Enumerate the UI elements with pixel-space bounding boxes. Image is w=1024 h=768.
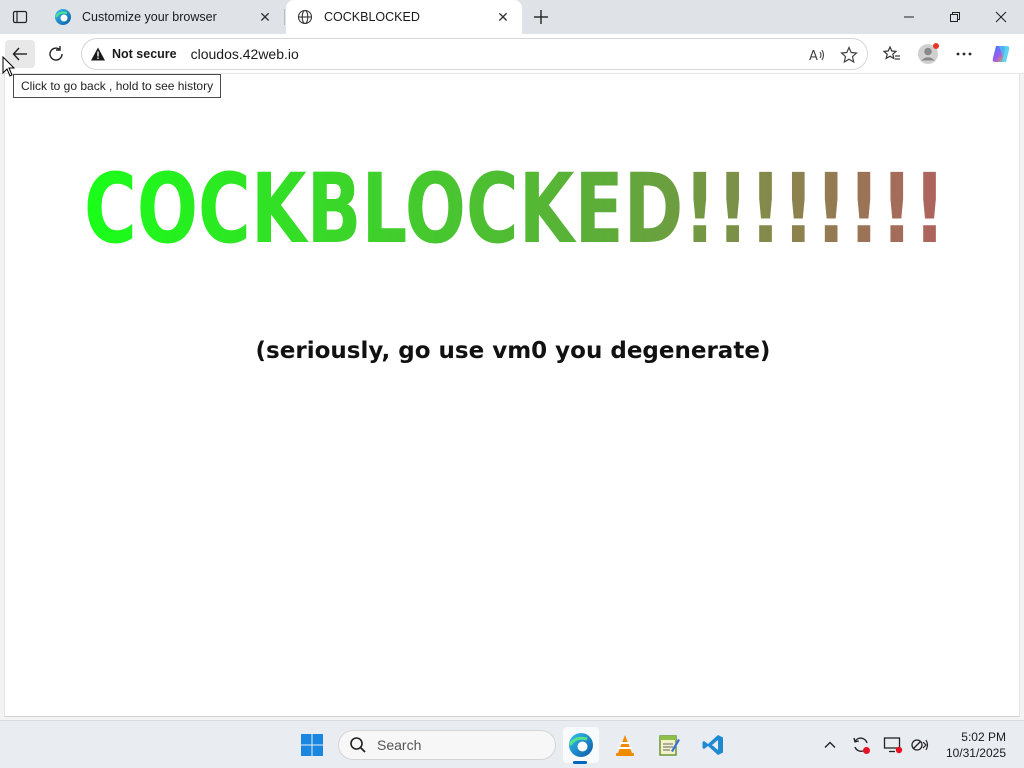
new-tab-button[interactable]	[528, 4, 554, 30]
address-bar[interactable]: Not secure cloudos.42web.io A	[81, 38, 868, 70]
search-placeholder: Search	[377, 737, 422, 753]
tab-customize-browser[interactable]: Customize your browser ✕	[44, 0, 284, 34]
monitor-icon	[883, 737, 903, 754]
taskbar-vlc[interactable]	[607, 727, 643, 763]
tab-label: Customize your browser	[82, 10, 217, 24]
page-subtitle: (seriously, go use vm0 you degenerate)	[255, 338, 771, 364]
minimize-button[interactable]	[886, 0, 932, 34]
refresh-button[interactable]	[41, 40, 71, 68]
system-clock[interactable]: 5:02 PM 10/31/2025	[946, 729, 1006, 761]
favorites-icon	[883, 45, 900, 60]
close-icon	[995, 11, 1007, 23]
chevron-up-icon	[824, 741, 836, 748]
copilot-icon	[992, 46, 1010, 62]
tab-cockblocked[interactable]: COCKBLOCKED ✕	[286, 0, 522, 34]
profile-button[interactable]	[913, 40, 943, 68]
read-aloud-button[interactable]: A	[805, 43, 829, 67]
taskbar-edge[interactable]	[563, 727, 599, 763]
tab-actions-button[interactable]	[8, 6, 32, 28]
clock-time: 5:02 PM	[961, 730, 1006, 744]
svg-text:A: A	[809, 49, 818, 64]
page-headline: COCKBLOCKED!!!!!!!!	[84, 154, 946, 254]
taskbar-search[interactable]: Search	[338, 730, 556, 760]
minimize-icon	[904, 16, 914, 18]
refresh-icon	[49, 46, 63, 61]
start-button[interactable]	[294, 727, 330, 763]
restore-button[interactable]	[932, 0, 978, 34]
edge-icon	[54, 8, 72, 26]
tab-label: COCKBLOCKED	[324, 10, 420, 24]
close-window-button[interactable]	[978, 0, 1024, 34]
edge-icon	[568, 733, 593, 757]
star-icon	[840, 46, 858, 64]
vscode-icon	[702, 735, 723, 755]
security-label: Not secure	[112, 47, 177, 61]
tab-separator	[284, 9, 285, 25]
tab-close-button[interactable]: ✕	[256, 8, 274, 26]
read-aloud-icon: A	[809, 49, 825, 64]
tab-actions-icon	[12, 10, 28, 24]
tray-display-button[interactable]	[881, 733, 905, 757]
windows-start-icon	[301, 734, 323, 756]
browser-toolbar: Not secure cloudos.42web.io A	[0, 34, 1024, 74]
tray-network-volume-button[interactable]	[908, 733, 932, 757]
show-hidden-icons-button[interactable]	[818, 733, 842, 757]
globe-icon	[296, 8, 314, 26]
vlc-icon	[616, 735, 634, 756]
more-dots-icon	[956, 52, 972, 56]
headline-text: COCKBLOCKED!!!!!!!!	[84, 154, 946, 254]
settings-more-button[interactable]	[949, 40, 979, 68]
search-icon	[350, 737, 366, 753]
tray-sync-button[interactable]	[849, 733, 873, 757]
profile-avatar-icon	[918, 43, 939, 64]
active-app-indicator	[573, 761, 587, 764]
warning-icon	[91, 47, 105, 61]
favorite-star-button[interactable]	[837, 43, 861, 67]
plus-icon	[534, 10, 548, 24]
copilot-button[interactable]	[986, 40, 1016, 68]
tab-close-button[interactable]: ✕	[494, 8, 512, 26]
back-button-tooltip: Click to go back , hold to see history	[13, 74, 222, 98]
favorites-button[interactable]	[877, 40, 907, 68]
network-disconnected-icon	[911, 739, 929, 751]
web-page-content: COCKBLOCKED!!!!!!!! (seriously, go use v…	[4, 74, 1020, 717]
security-indicator[interactable]: Not secure	[90, 46, 177, 62]
notepad-icon	[659, 735, 680, 756]
clock-date: 10/31/2025	[945, 746, 1006, 760]
taskbar-notepad[interactable]	[651, 727, 687, 763]
title-bar: Customize your browser ✕ COCKBLOCKED ✕	[0, 0, 1024, 34]
restore-icon	[950, 12, 960, 22]
taskbar-vscode[interactable]	[695, 727, 731, 763]
mouse-cursor-icon	[2, 56, 16, 77]
sync-alert-icon	[853, 737, 870, 754]
taskbar: Search 5:02 PM 10/31/2025	[0, 720, 1024, 768]
url-text[interactable]: cloudos.42web.io	[191, 46, 299, 62]
